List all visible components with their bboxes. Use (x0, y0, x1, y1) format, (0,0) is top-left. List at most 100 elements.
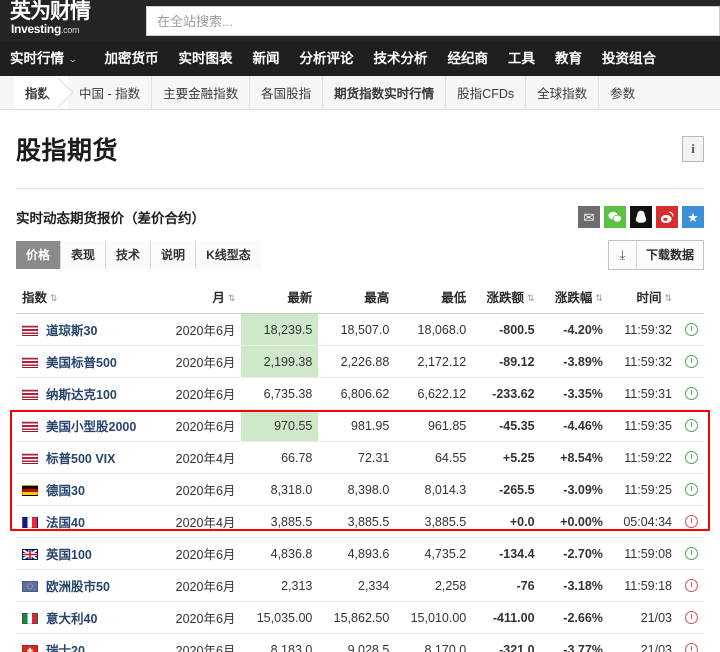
favorite-star-icon[interactable]: ★ (682, 206, 704, 228)
table-row[interactable]: 美国标普500 2020年6月 2,199.38 2,226.88 2,172.12 -8… (16, 345, 704, 378)
column-header-change-pct[interactable]: 涨跌幅 ⇅ (540, 281, 609, 314)
table-row[interactable]: 道琼斯30 2020年6月 18,239.5 18,507.0 18,068.0 -800… (16, 313, 704, 346)
cell-index-name[interactable]: 标普500 VIX (16, 441, 160, 474)
column-label: 最新 (287, 291, 313, 305)
subnav-tab-label: 股指CFDs (457, 87, 515, 101)
table-row[interactable]: 标普500 VIX 2020年4月 66.78 72.31 64.55 +5.25 +8.5… (16, 441, 704, 474)
index-name-link[interactable]: 欧洲股市50 (46, 580, 110, 594)
nav-item-analysis[interactable]: 分析评论 (300, 42, 354, 76)
column-header-month[interactable]: 月 ⇅ (159, 281, 242, 314)
subnav-tab-index-cfds[interactable]: 股指CFDs (446, 76, 527, 109)
nav-item-news[interactable]: 新闻 (253, 42, 280, 76)
table-row[interactable]: 纳斯达克100 2020年6月 6,735.38 6,806.62 6,622.12 -2… (16, 377, 704, 410)
tab-price[interactable]: 价格 (16, 241, 62, 269)
cell-month: 2020年6月 (159, 569, 242, 602)
table-row[interactable]: 美国小型股2000 2020年6月 970.55 981.95 961.85 -45.35… (16, 409, 704, 442)
info-button[interactable]: i (682, 136, 704, 162)
table-row[interactable]: 英国100 2020年6月 4,836.8 4,893.6 4,735.2 -134.4-… (16, 537, 704, 570)
cell-change-percent: -4.20% (540, 313, 609, 346)
site-logo[interactable]: 英为财情 Investing.com (10, 0, 132, 42)
cell-index-name[interactable]: 瑞士20 (16, 633, 160, 652)
nav-item-education[interactable]: 教育 (555, 42, 582, 76)
nav-item-technical[interactable]: 技术分析 (374, 42, 428, 76)
cell-index-name[interactable]: 德国30 (16, 473, 160, 506)
email-icon[interactable]: ✉ (578, 206, 600, 228)
index-name-link[interactable]: 标普500 VIX (46, 452, 115, 466)
table-row[interactable]: 欧洲股市50 2020年6月 2,313 2,334 2,258 -76 -3.18% 11:… (16, 569, 704, 602)
subnav-tab-global-indices[interactable]: 全球指数 (526, 76, 600, 109)
column-header-low[interactable]: 最低 (395, 281, 473, 314)
subnav-tab-parameters[interactable]: 参数 (599, 76, 646, 109)
quotes-table-head: 指数 ⇅ 月 ⇅ 最新 最高 最低 涨跌额 ⇅ 涨跌幅 ⇅ 时间 ⇅ (16, 281, 704, 314)
column-header-time[interactable]: 时间 ⇅ (608, 281, 678, 314)
nav-item-realtime-quotes[interactable]: 实时行情 ⌄ (10, 42, 78, 76)
wechat-icon[interactable] (604, 206, 626, 228)
tab-candlestick-patterns[interactable]: K线型态 (196, 241, 261, 269)
index-name-link[interactable]: 道琼斯30 (46, 324, 97, 338)
subnav-tab-china-indices[interactable]: 中国 - 指数 (68, 76, 153, 109)
cell-index-name[interactable]: 美国标普500 (16, 345, 160, 378)
tab-performance[interactable]: 表现 (61, 241, 107, 269)
subnav-tab-indices[interactable]: 指数 (14, 76, 69, 109)
cell-change: -321.0 (472, 633, 541, 652)
cell-low: 2,172.12 (395, 345, 473, 378)
subnav-tab-label: 各国股指 (261, 87, 312, 101)
cell-index-name[interactable]: 欧洲股市50 (16, 569, 160, 602)
cell-time: 11:59:31 (608, 377, 678, 410)
index-name-link[interactable]: 瑞士20 (46, 644, 85, 652)
cell-index-name[interactable]: 纳斯达克100 (16, 377, 160, 410)
sort-icon: ⇅ (664, 293, 672, 303)
table-row[interactable]: 法国40 2020年4月 3,885.5 3,885.5 3,885.5 +0.0 +0.0… (16, 505, 704, 538)
qq-icon[interactable] (630, 206, 652, 228)
column-header-change[interactable]: 涨跌额 ⇅ (472, 281, 541, 314)
cell-low: 4,735.2 (395, 537, 473, 570)
search-box[interactable] (146, 6, 720, 36)
nav-item-brokers[interactable]: 经纪商 (448, 42, 489, 76)
cell-index-name[interactable]: 道琼斯30 (16, 313, 160, 346)
subnav-tab-major-indices[interactable]: 主要金融指数 (152, 76, 251, 109)
cell-month: 2020年6月 (159, 313, 242, 346)
cell-last: 6,735.38 (241, 377, 319, 410)
subnav-tab-world-indices[interactable]: 各国股指 (250, 76, 324, 109)
index-name-link[interactable]: 意大利40 (46, 612, 97, 626)
subnav-tab-futures-realtime[interactable]: 期货指数实时行情 (323, 76, 447, 109)
column-header-high[interactable]: 最高 (318, 281, 396, 314)
nav-item-crypto[interactable]: 加密货币 (105, 42, 159, 76)
view-tabs: 价格 表现 技术 说明 K线型态 (16, 241, 261, 269)
index-name-link[interactable]: 法国40 (46, 516, 85, 530)
cell-index-name[interactable]: 意大利40 (16, 601, 160, 634)
index-name-link[interactable]: 德国30 (46, 484, 85, 498)
index-name-link[interactable]: 英国100 (46, 548, 92, 562)
index-name-link[interactable]: 美国标普500 (46, 356, 117, 370)
quotes-table: 指数 ⇅ 月 ⇅ 最新 最高 最低 涨跌额 ⇅ 涨跌幅 ⇅ 时间 ⇅ 道琼斯30 2020年… (16, 281, 704, 652)
tab-technical[interactable]: 技术 (106, 241, 152, 269)
view-tabs-row: 价格 表现 技术 说明 K线型态 ⤓ 下载数据 (16, 240, 704, 270)
nav-item-charts[interactable]: 实时图表 (179, 42, 233, 76)
cell-time: 21/03 (608, 633, 678, 652)
download-data-button[interactable]: ⤓ 下载数据 (607, 240, 704, 270)
index-name-link[interactable]: 美国小型股2000 (46, 420, 136, 434)
table-row[interactable]: 瑞士20 2020年6月 8,183.0 9,028.5 8,170.0 -321.0 -3… (16, 633, 704, 652)
nav-item-tools[interactable]: 工具 (508, 42, 535, 76)
tab-description[interactable]: 说明 (151, 241, 197, 269)
cell-index-name[interactable]: 法国40 (16, 505, 160, 538)
column-header-index[interactable]: 指数 ⇅ (16, 281, 160, 314)
cell-index-name[interactable]: 英国100 (16, 537, 160, 570)
weibo-icon[interactable] (656, 206, 678, 228)
cell-index-name[interactable]: 美国小型股2000 (16, 409, 160, 442)
clock-icon (684, 354, 698, 368)
table-header-row: 指数 ⇅ 月 ⇅ 最新 最高 最低 涨跌额 ⇅ 涨跌幅 ⇅ 时间 ⇅ (16, 281, 704, 314)
table-row[interactable]: 意大利40 2020年6月 15,035.00 15,862.50 15,010.00-… (16, 601, 704, 634)
cell-high: 9,028.5 (318, 633, 396, 652)
nav-item-portfolio[interactable]: 投资组合 (602, 42, 656, 76)
cell-change-percent: -3.18% (540, 569, 609, 602)
column-header-last[interactable]: 最新 (241, 281, 319, 314)
subnav-tab-label: 指数 (25, 87, 51, 101)
clock-icon (684, 450, 698, 464)
column-label: 最低 (441, 291, 467, 305)
search-input[interactable] (157, 13, 709, 29)
index-name-link[interactable]: 纳斯达克100 (46, 388, 117, 402)
cell-change: -265.5 (472, 473, 541, 506)
cell-change: +0.0 (472, 505, 541, 538)
table-row[interactable]: 德国30 2020年6月 8,318.0 8,398.0 8,014.3 -265.5 -3… (16, 473, 704, 506)
